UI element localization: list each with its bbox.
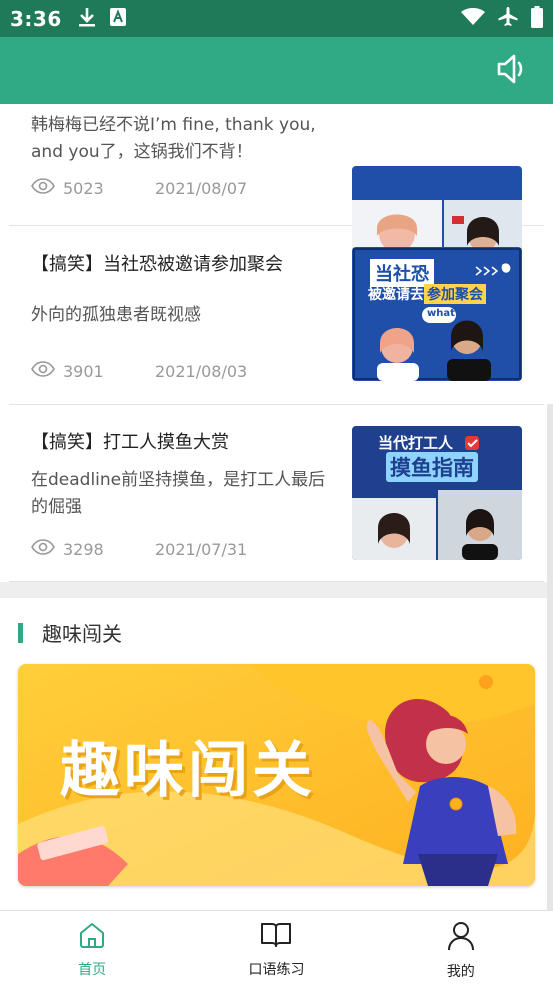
fun-challenge-banner[interactable]: 趣味闯关 (18, 664, 535, 886)
font-icon (109, 7, 126, 30)
article-meta: 3298 2021/07/31 (31, 539, 247, 559)
article-thumbnail[interactable]: 当社恐 被邀请去 参加聚会 what (352, 247, 522, 381)
tab-speaking-practice[interactable]: 口语练习 (184, 911, 368, 984)
tab-label: 口语练习 (248, 962, 305, 978)
article-meta: 3901 2021/08/03 (31, 361, 247, 381)
thumb-caption: 被邀请去 (368, 287, 424, 303)
article-title: 【搞笑】打工人摸鱼大赏 (31, 432, 229, 453)
article-card-1[interactable]: 韩梅梅已经不说I’m fine, thank you, and you了，这锅我… (9, 104, 544, 300)
article-thumbnail[interactable]: 当代打工人 摸鱼指南 (352, 426, 522, 560)
section-accent-bar (18, 622, 23, 643)
status-time: 3:36 (10, 6, 62, 31)
eye-icon (31, 178, 55, 198)
app-bar (0, 37, 553, 104)
section-title: 趣味闯关 (42, 622, 122, 646)
thumb-caption: what (427, 308, 455, 319)
article-date: 2021/08/03 (155, 361, 248, 381)
article-date: 2021/07/31 (155, 539, 248, 559)
view-count: 5023 (63, 178, 104, 198)
thumb-caption: 摸鱼指南 (386, 452, 478, 482)
thumb-caption: 参加聚会 (424, 284, 486, 304)
user-icon (447, 921, 475, 955)
tab-profile[interactable]: 我的 (369, 911, 553, 984)
tab-home[interactable]: 首页 (0, 911, 184, 984)
thumb-caption: 当代打工人 (378, 434, 454, 452)
article-title: 【搞笑】当社恐被邀请参加聚会 (31, 254, 283, 275)
wifi-icon (461, 7, 485, 30)
status-bar: 3:36 (0, 0, 553, 37)
section-divider (0, 582, 553, 598)
article-desc: 外向的孤独患者既视感 (31, 305, 201, 325)
home-icon (78, 921, 106, 953)
thumb-caption: 当社恐 (370, 259, 434, 287)
article-desc: 在deadline前坚持摸鱼，是打工人最后的倔强 (31, 470, 326, 517)
tab-label: 首页 (78, 962, 107, 978)
battery-icon (531, 5, 543, 32)
banner-title: 趣味闯关 (60, 736, 316, 806)
article-meta: 5023 2021/08/07 (31, 178, 247, 198)
download-icon (78, 7, 96, 31)
tab-label: 我的 (446, 964, 475, 980)
eye-icon (31, 539, 55, 559)
eye-icon (31, 361, 55, 381)
view-count: 3298 (63, 539, 104, 559)
section-header: 趣味闯关 (18, 618, 122, 647)
book-icon (260, 921, 292, 953)
article-card-3[interactable]: 【搞笑】打工人摸鱼大赏 在deadline前坚持摸鱼，是打工人最后的倔强 329… (9, 404, 544, 582)
bottom-tab-bar: 首页 口语练习 我的 (0, 910, 553, 984)
content-list[interactable]: 韩梅梅已经不说I’m fine, thank you, and you了，这锅我… (0, 104, 553, 910)
view-count: 3901 (63, 361, 104, 381)
article-date: 2021/08/07 (155, 178, 248, 198)
article-card-2[interactable]: 【搞笑】当社恐被邀请参加聚会 外向的孤独患者既视感 3901 2021/08/0… (9, 226, 544, 405)
speaker-icon[interactable] (495, 51, 531, 87)
scrollbar[interactable] (547, 404, 553, 910)
article-desc: 韩梅梅已经不说I’m fine, thank you, and you了，这锅我… (31, 115, 316, 162)
airplane-icon (497, 6, 519, 32)
